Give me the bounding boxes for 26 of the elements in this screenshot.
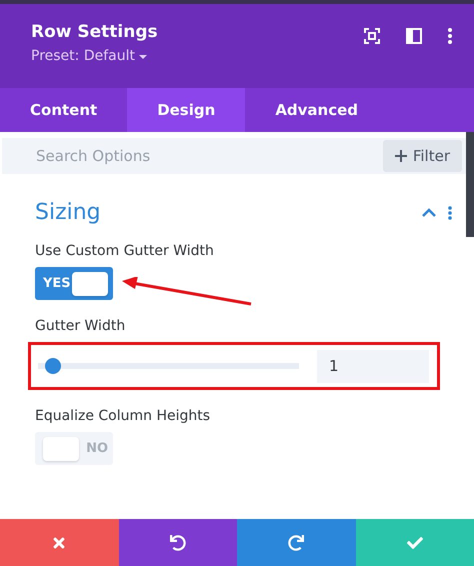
sidebar-icon[interactable]	[406, 28, 422, 44]
caret-icon	[139, 54, 148, 60]
scrollbar[interactable]	[466, 132, 474, 237]
tab[interactable]: Design	[127, 88, 246, 132]
panel-title: Row Settings	[31, 22, 158, 42]
fullscreen-icon[interactable]	[364, 28, 380, 44]
more-icon[interactable]	[448, 206, 452, 220]
undo-icon	[170, 534, 186, 550]
preset-dropdown[interactable]: Preset: Default	[31, 48, 158, 64]
toggle-switch[interactable]: YES	[35, 267, 113, 300]
slider-thumb[interactable]	[45, 358, 62, 374]
collapse-icon[interactable]	[422, 208, 436, 217]
redo-icon	[288, 534, 304, 550]
search-field[interactable]: Search Options Filter	[2, 138, 466, 174]
value-input[interactable]: 1	[317, 350, 429, 382]
close-icon	[51, 534, 68, 550]
tab[interactable]: Advanced	[245, 88, 388, 132]
plus-icon	[394, 150, 407, 162]
tab[interactable]: Content	[0, 88, 128, 132]
filter-button[interactable]: Filter	[382, 140, 462, 172]
setting-label: Use Custom Gutter Width	[35, 243, 215, 259]
more-icon[interactable]	[448, 28, 452, 44]
section-title: Sizing	[35, 200, 101, 225]
setting-label: Gutter Width	[35, 318, 126, 334]
check-icon	[406, 534, 423, 550]
setting-label: Equalize Column Heights	[35, 408, 212, 424]
